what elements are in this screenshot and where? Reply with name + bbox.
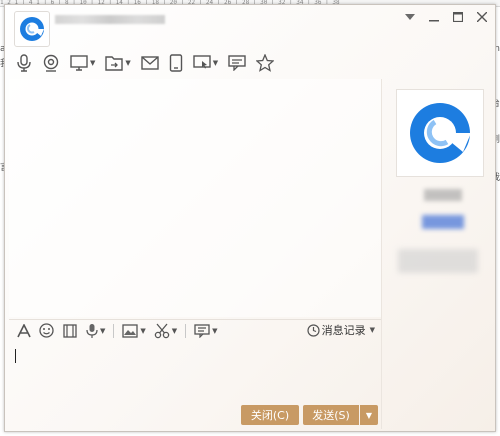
microphone-icon[interactable] bbox=[13, 52, 35, 74]
shake-window-icon[interactable]: ▼ bbox=[192, 322, 219, 340]
contact-info-blurred bbox=[398, 249, 478, 273]
message-history-area[interactable] bbox=[9, 79, 381, 317]
divider bbox=[113, 323, 115, 338]
image-icon[interactable]: ▼ bbox=[120, 322, 147, 340]
text-cursor bbox=[15, 349, 16, 363]
contact-id-blurred bbox=[422, 215, 464, 229]
logo-icon bbox=[410, 103, 471, 163]
contact-sidebar bbox=[381, 79, 492, 429]
screen-share-icon[interactable]: ▼ bbox=[67, 52, 98, 74]
chevron-down-icon: ▼ bbox=[125, 59, 131, 67]
message-board-icon[interactable] bbox=[225, 52, 249, 74]
contact-profile-avatar[interactable] bbox=[396, 89, 484, 177]
input-toolbar: ▼ ▼ ▼ ▼ 消息记录 ▼ bbox=[9, 319, 381, 341]
send-options-button[interactable]: ▼ bbox=[360, 405, 378, 425]
screenshot-scissors-icon[interactable]: ▼ bbox=[152, 322, 179, 340]
maximize-icon[interactable] bbox=[449, 9, 467, 25]
chevron-down-icon: ▼ bbox=[171, 326, 178, 335]
chevron-down-icon: ▼ bbox=[100, 326, 106, 335]
folder-transfer-icon[interactable]: ▼ bbox=[102, 52, 133, 74]
message-input[interactable] bbox=[9, 341, 381, 403]
remote-desktop-icon[interactable]: ▼ bbox=[190, 52, 221, 74]
minimize-icon[interactable] bbox=[425, 9, 443, 25]
chevron-down-icon: ▼ bbox=[212, 326, 218, 335]
top-toolbar: ▼ ▼ ▼ bbox=[13, 51, 277, 75]
divider bbox=[185, 323, 187, 338]
dropdown-icon[interactable] bbox=[401, 9, 419, 25]
mail-icon[interactable] bbox=[138, 52, 162, 74]
chevron-down-icon: ▼ bbox=[212, 59, 219, 67]
phone-icon[interactable] bbox=[166, 52, 186, 74]
video-camera-icon[interactable] bbox=[39, 52, 63, 74]
close-button[interactable]: 关闭(C) bbox=[241, 405, 299, 425]
window-controls bbox=[401, 9, 491, 25]
font-icon[interactable] bbox=[15, 322, 33, 340]
gif-icon[interactable] bbox=[60, 322, 80, 340]
send-button[interactable]: 发送(S) bbox=[303, 405, 359, 425]
message-history-label: 消息记录 bbox=[321, 324, 366, 337]
logo-icon bbox=[20, 17, 44, 41]
contact-name-blurred bbox=[424, 189, 462, 201]
close-icon[interactable] bbox=[473, 9, 491, 25]
clock-icon bbox=[307, 323, 320, 337]
voice-message-icon[interactable]: ▼ bbox=[84, 322, 107, 340]
message-history-button[interactable]: 消息记录 ▼ bbox=[307, 322, 375, 338]
chevron-down-icon: ▼ bbox=[365, 410, 373, 420]
contact-name-blurred bbox=[55, 15, 165, 24]
chevron-down-icon: ▼ bbox=[90, 59, 96, 67]
star-icon[interactable] bbox=[253, 52, 277, 74]
chevron-down-icon: ▼ bbox=[140, 326, 146, 335]
chevron-down-icon: ▼ bbox=[369, 326, 375, 334]
chat-window: ▼ ▼ ▼ ▼ ▼ ▼ ▼ 消息记录 ▼ 关闭(C) 发送(S) ▼ bbox=[4, 4, 496, 432]
title-bar bbox=[5, 5, 495, 47]
emoji-icon[interactable] bbox=[37, 322, 56, 340]
contact-avatar[interactable] bbox=[14, 11, 50, 47]
